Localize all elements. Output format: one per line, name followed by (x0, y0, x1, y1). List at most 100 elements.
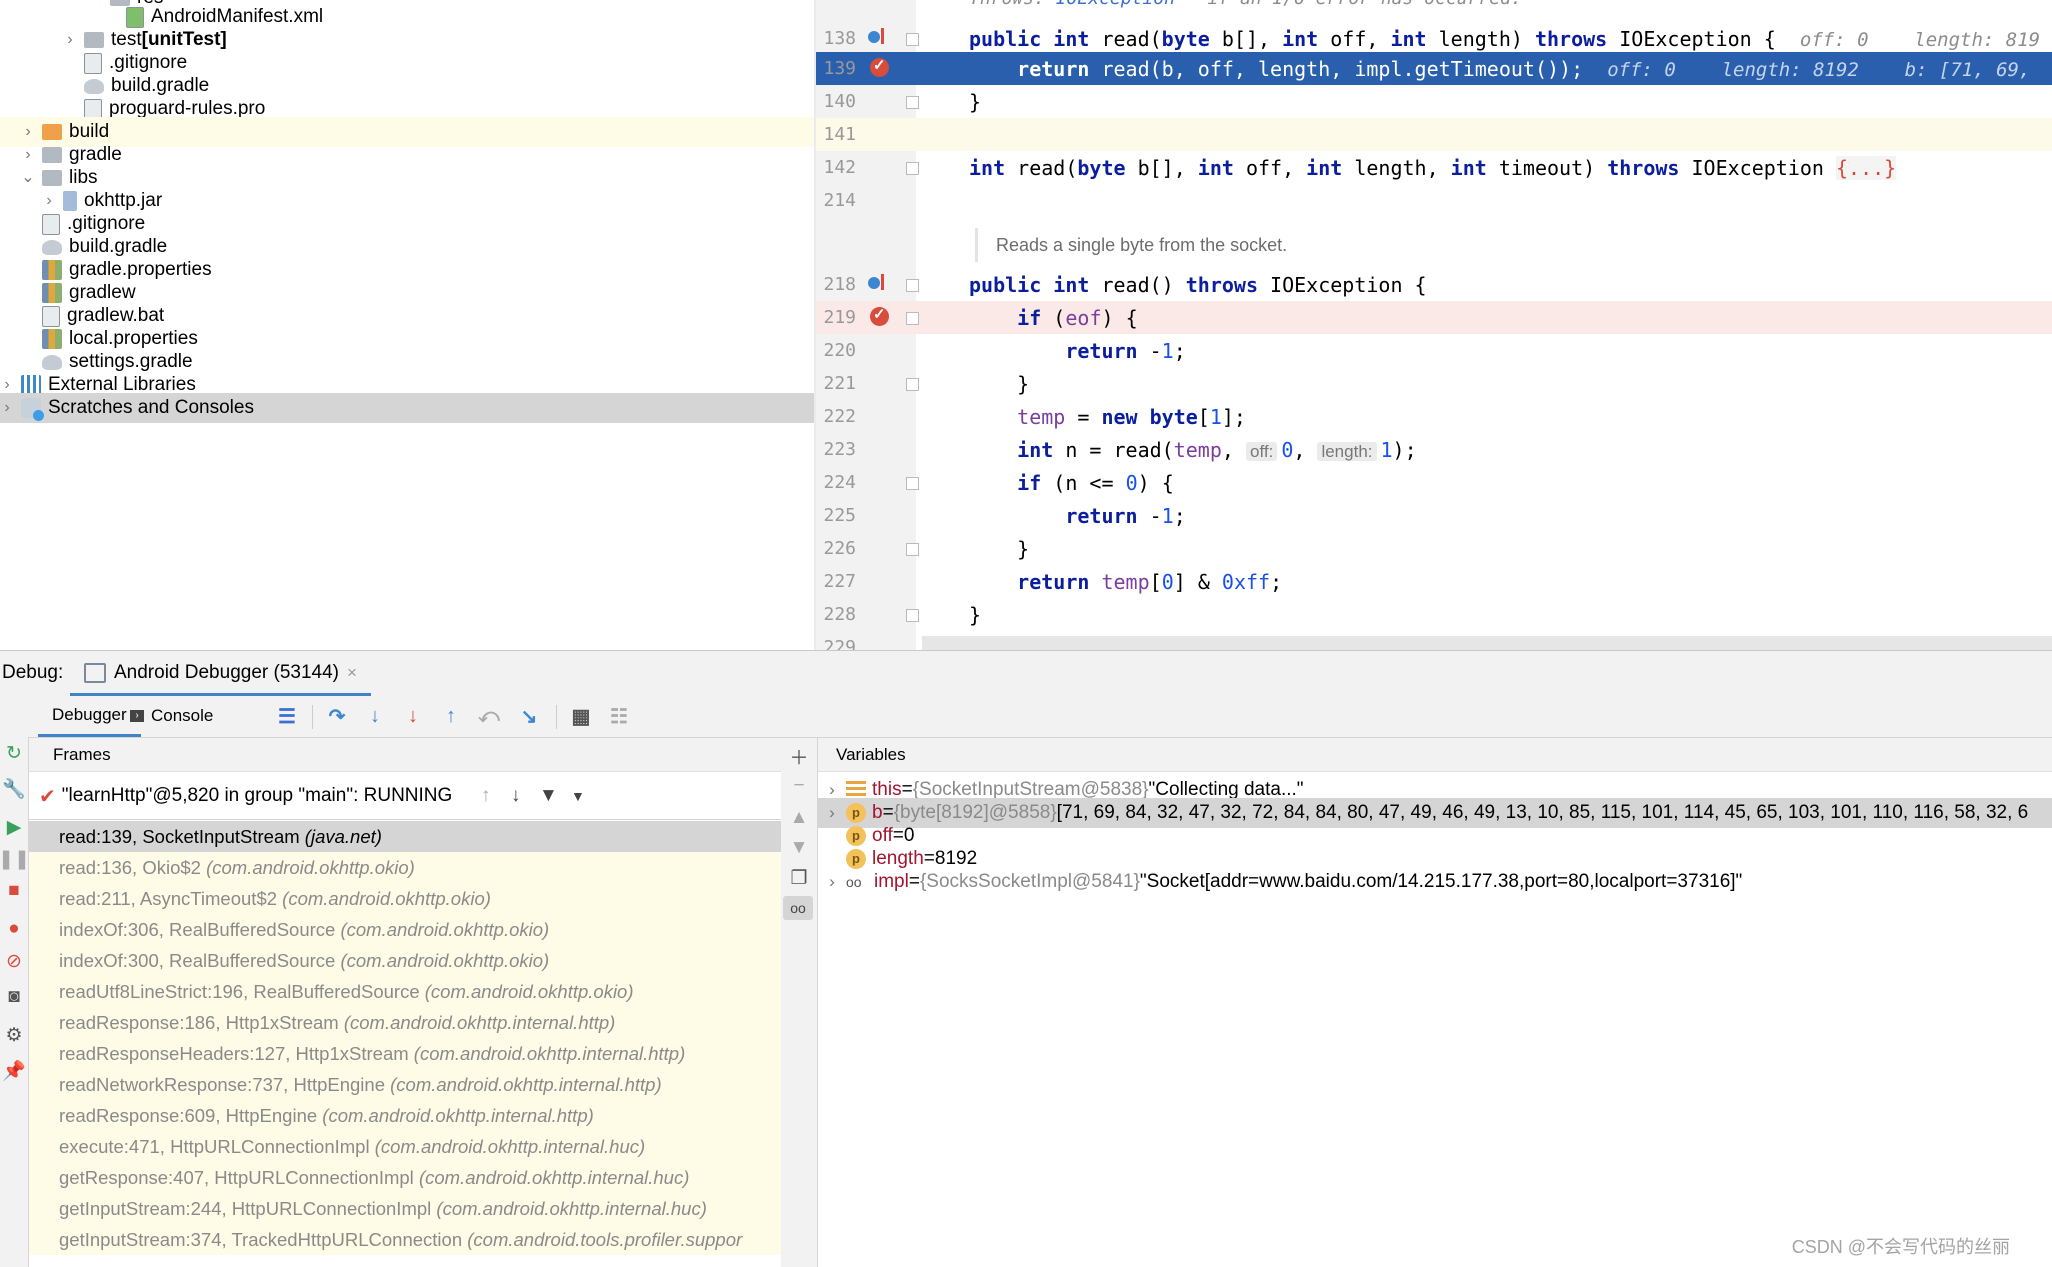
fold-icon[interactable] (906, 162, 919, 175)
code-line-227[interactable]: 227 return temp[0] & 0xff; (816, 565, 2052, 598)
pin-icon[interactable]: 📌 (2, 1059, 26, 1083)
code-line-226[interactable]: 226 } (816, 532, 2052, 565)
variable-row-impl[interactable]: › oo impl = {SocksSocketImpl@5841} "Socket… (818, 867, 2052, 897)
chevron-right-icon[interactable]: › (42, 193, 56, 209)
code-line-220[interactable]: 220 return -1; (816, 334, 2052, 367)
breakpoint-icon[interactable] (870, 305, 889, 326)
code-line-142[interactable]: 142 int read(byte b[], int off, int leng… (816, 151, 2052, 184)
code-line-214[interactable]: 214 (816, 184, 2052, 217)
force-step-into-icon[interactable]: ↓ (402, 705, 424, 727)
code-line-222[interactable]: 222 temp = new byte[1]; (816, 400, 2052, 433)
stack-frame-row[interactable]: readResponseHeaders:127, Http1xStream (c… (29, 1038, 781, 1069)
override-icon[interactable] (868, 28, 886, 46)
code-line-223[interactable]: 223 int n = read(temp, off: 0, length: 1); (816, 433, 2052, 466)
code-line-228[interactable]: 228 } (816, 598, 2052, 631)
run-to-cursor-icon[interactable]: ↘ (518, 705, 540, 728)
stop-icon[interactable]: ■ (2, 879, 26, 903)
code-editor[interactable]: Throws: IOException - if an I/O error ha… (816, 0, 2052, 650)
line-number: 222 (823, 406, 856, 427)
stack-frame-row[interactable]: readResponse:609, HttpEngine (com.androi… (29, 1100, 781, 1131)
show-watches-icon[interactable]: oo (783, 896, 813, 920)
filter-icon[interactable]: ▼ (539, 785, 558, 807)
trace-current-stream-icon[interactable]: ☷ (608, 705, 630, 728)
fold-icon[interactable] (906, 96, 919, 109)
add-watch-icon[interactable]: ＋ (787, 744, 811, 769)
code-line-141[interactable]: 141 (816, 118, 2052, 151)
fold-icon[interactable] (906, 33, 919, 46)
arrow-down-icon[interactable]: ↓ (511, 785, 521, 807)
tab-console-label: Console (151, 706, 214, 725)
parameter-icon: p (846, 849, 866, 869)
show-execution-point-icon[interactable]: ☰ (276, 705, 298, 728)
chevron-right-icon[interactable]: › (21, 147, 35, 163)
drop-frame-icon[interactable]: ⤺ (478, 705, 500, 727)
line-number: 225 (823, 505, 856, 526)
stack-frame-row[interactable]: indexOf:300, RealBufferedSource (com.and… (29, 945, 781, 976)
resume-icon[interactable]: ▶ (2, 815, 26, 839)
stack-frame-row[interactable]: indexOf:306, RealBufferedSource (com.and… (29, 914, 781, 945)
tree-item[interactable]: › Scratches and Consoles (0, 393, 814, 423)
chevron-right-icon[interactable]: › (0, 400, 14, 416)
move-up-icon[interactable]: ▲ (787, 806, 811, 830)
chevron-down-icon[interactable]: ▼ (571, 788, 585, 804)
stack-frame-row[interactable]: getInputStream:244, HttpURLConnectionImp… (29, 1193, 781, 1224)
mute-breakpoints-icon[interactable]: ⊘ (2, 949, 26, 973)
fold-icon[interactable] (906, 378, 919, 391)
code-line-218[interactable]: 218 public int read() throws IOException… (816, 268, 2052, 301)
pause-icon[interactable]: ❚❚ (0, 847, 30, 871)
settings-gear-icon[interactable]: ⚙ (2, 1023, 26, 1047)
chevron-right-icon[interactable]: › (818, 803, 846, 823)
step-out-icon[interactable]: ↑ (440, 705, 462, 727)
stack-frame-row[interactable]: read:136, Okio$2 (com.android.okhttp.oki… (29, 852, 781, 883)
step-into-icon[interactable]: ↓ (364, 705, 386, 727)
thread-selector[interactable]: ✔ "learnHttp"@5,820 in group "main": RUN… (29, 773, 781, 820)
camera-icon[interactable]: ◙ (2, 985, 26, 1009)
code-line-138[interactable]: 138 public int read(byte b[], int off, i… (816, 22, 2052, 55)
code-line-219[interactable]: 219 if (eof) { (816, 301, 2052, 334)
line-number: 228 (823, 604, 856, 625)
folded-code-block[interactable]: {...} (1836, 155, 1897, 180)
stack-frame-row[interactable]: readUtf8LineStrict:196, RealBufferedSour… (29, 976, 781, 1007)
copy-icon[interactable]: ❐ (787, 866, 811, 890)
code-line-139-execution-point[interactable]: 139 return read(b, off, length, impl.get… (816, 52, 2052, 85)
stack-frame-row[interactable]: read:139, SocketInputStream (java.net) (29, 821, 781, 852)
step-over-icon[interactable]: ↷ (326, 705, 348, 728)
chevron-right-icon[interactable]: › (818, 872, 846, 892)
chevron-right-icon[interactable]: › (63, 32, 77, 48)
tab-console[interactable]: › Console (116, 695, 227, 737)
view-breakpoints-icon[interactable]: ● (2, 917, 26, 941)
evaluate-expression-icon[interactable]: ▦ (570, 705, 592, 728)
stack-frame-row[interactable]: readResponse:186, Http1xStream (com.andr… (29, 1007, 781, 1038)
stack-frame-row[interactable]: readNetworkResponse:737, HttpEngine (com… (29, 1069, 781, 1100)
override-icon[interactable] (868, 274, 886, 292)
move-down-icon[interactable]: ▼ (787, 836, 811, 860)
run-config-tab[interactable]: Android Debugger (53144) × (70, 653, 371, 696)
chevron-right-icon[interactable]: › (21, 124, 35, 140)
fold-icon[interactable] (906, 279, 919, 292)
close-icon[interactable]: × (347, 663, 357, 683)
code-line-225[interactable]: 225 return -1; (816, 499, 2052, 532)
fold-icon[interactable] (906, 609, 919, 622)
watch-oo-icon: oo (846, 874, 862, 890)
wrench-icon[interactable]: 🔧 (2, 777, 26, 801)
code-line-221[interactable]: 221 } (816, 367, 2052, 400)
stack-frame-row[interactable]: read:211, AsyncTimeout$2 (com.android.ok… (29, 883, 781, 914)
line-number: 224 (823, 472, 856, 493)
fold-icon[interactable] (906, 477, 919, 490)
stack-frame-row[interactable]: getInputStream:374, TrackedHttpURLConnec… (29, 1224, 781, 1255)
chevron-right-icon[interactable]: › (818, 780, 846, 800)
code-line-140[interactable]: 140 } (816, 85, 2052, 118)
arrow-up-icon[interactable]: ↑ (481, 785, 491, 807)
chevron-down-icon[interactable]: ⌄ (21, 170, 35, 186)
fold-icon[interactable] (906, 543, 919, 556)
remove-watch-icon[interactable]: − (787, 774, 811, 798)
rerun-icon[interactable]: ↻ (2, 741, 26, 765)
code-line-224[interactable]: 224 if (n <= 0) { (816, 466, 2052, 499)
fold-icon[interactable] (906, 312, 919, 325)
breakpoint-icon[interactable] (870, 56, 889, 77)
debug-subtabs: Debugger › Console ☰ ↷ ↓ ↓ ↑ ⤺ ↘ ▦ ☷ (0, 695, 2052, 738)
stack-frame-row[interactable]: getResponse:407, HttpURLConnectionImpl (… (29, 1162, 781, 1193)
horizontal-scrollbar[interactable] (922, 636, 2052, 650)
stack-frame-row[interactable]: execute:471, HttpURLConnectionImpl (com.… (29, 1131, 781, 1162)
chevron-right-icon[interactable]: › (0, 377, 14, 393)
